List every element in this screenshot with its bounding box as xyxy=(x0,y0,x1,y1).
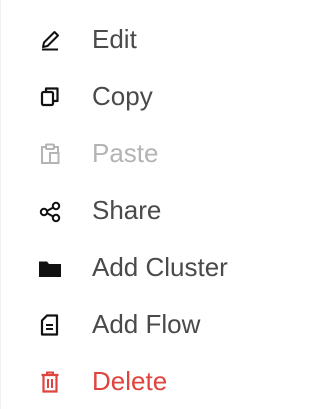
context-menu: Edit Copy Paste Share Add Cluster Add Fl… xyxy=(0,0,268,409)
copy-icon xyxy=(37,84,63,110)
menu-item-label: Copy xyxy=(92,81,153,111)
pencil-icon xyxy=(37,27,63,53)
menu-item-add-flow[interactable]: Add Flow xyxy=(1,298,269,352)
share-icon xyxy=(37,198,63,224)
document-icon xyxy=(37,312,63,338)
menu-item-copy[interactable]: Copy xyxy=(1,70,269,124)
menu-item-label: Add Flow xyxy=(92,309,201,339)
menu-item-delete[interactable]: Delete xyxy=(1,355,269,409)
menu-item-label: Edit xyxy=(92,24,137,54)
menu-item-share[interactable]: Share xyxy=(1,184,269,238)
trash-icon xyxy=(37,369,63,395)
menu-item-label: Paste xyxy=(92,138,159,168)
menu-item-label: Add Cluster xyxy=(92,252,228,282)
clipboard-paste-icon xyxy=(37,141,63,167)
menu-item-label: Share xyxy=(92,195,162,225)
menu-item-label: Delete xyxy=(92,366,168,396)
folder-icon xyxy=(37,255,63,281)
menu-item-paste: Paste xyxy=(1,127,269,181)
menu-item-add-cluster[interactable]: Add Cluster xyxy=(1,241,269,295)
menu-item-edit[interactable]: Edit xyxy=(1,13,269,67)
